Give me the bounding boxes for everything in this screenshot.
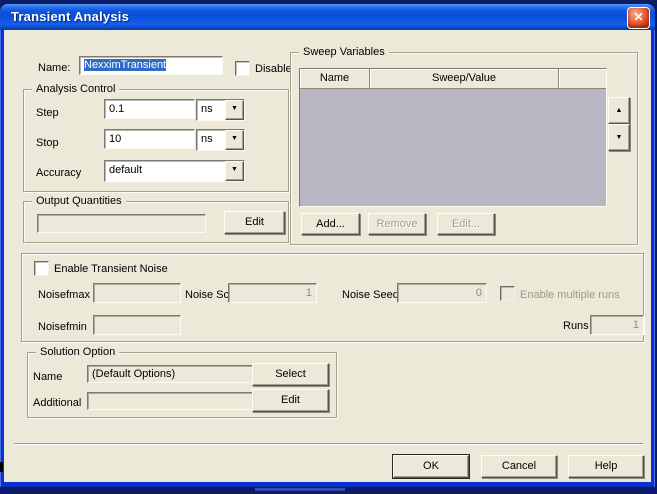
noisefmax-input bbox=[93, 283, 181, 303]
noise-scale-input: 1 bbox=[228, 283, 317, 303]
titlebar[interactable]: Transient Analysis ✕ bbox=[0, 4, 655, 30]
move-up-button[interactable]: ▲ bbox=[608, 97, 630, 124]
table-header-row: Name Sweep/Value bbox=[300, 69, 606, 89]
desktop: Transient Analysis ✕ Name: NexximTransie… bbox=[0, 0, 657, 494]
dialog-body: Name: NexximTransient Disable Analysis C… bbox=[4, 30, 651, 482]
noisefmax-label: Noisefmax bbox=[38, 288, 90, 302]
desktop-artifact-tick bbox=[0, 462, 3, 472]
disable-checkbox[interactable] bbox=[235, 61, 250, 76]
step-input[interactable]: 0.1 bbox=[104, 99, 195, 119]
additional-label: Additional bbox=[33, 396, 81, 410]
disable-label: Disable bbox=[255, 62, 292, 76]
name-label: Name: bbox=[38, 61, 70, 75]
chevron-down-icon[interactable]: ▼ bbox=[225, 161, 244, 181]
add-button[interactable]: Add... bbox=[301, 213, 360, 235]
help-button[interactable]: Help bbox=[568, 455, 644, 478]
name-input-value: NexximTransient bbox=[84, 59, 166, 71]
chevron-down-icon[interactable]: ▼ bbox=[225, 100, 244, 120]
analysis-control-title: Analysis Control bbox=[32, 82, 119, 96]
column-header-sweep-value[interactable]: Sweep/Value bbox=[370, 69, 559, 89]
step-label: Step bbox=[36, 106, 59, 120]
enable-multiple-runs-label: Enable multiple runs bbox=[520, 288, 620, 302]
noisefmin-input bbox=[93, 315, 181, 335]
enable-transient-noise-checkbox[interactable] bbox=[34, 261, 49, 276]
sweep-variables-table: Name Sweep/Value bbox=[299, 68, 607, 207]
arrow-up-icon: ▲ bbox=[616, 107, 623, 114]
edit-sweep-button: Edit... bbox=[437, 213, 495, 235]
runs-input: 1 bbox=[590, 315, 644, 335]
output-quantities-edit-button[interactable]: Edit bbox=[224, 211, 285, 234]
name-input[interactable]: NexximTransient bbox=[79, 56, 223, 75]
enable-transient-noise-label: Enable Transient Noise bbox=[54, 262, 168, 276]
runs-label: Runs bbox=[563, 319, 589, 333]
column-header-name[interactable]: Name bbox=[300, 69, 370, 89]
close-icon: ✕ bbox=[633, 10, 643, 24]
ok-button[interactable]: OK bbox=[393, 455, 469, 478]
accuracy-select[interactable]: default ▼ bbox=[104, 160, 245, 182]
column-header-blank bbox=[559, 69, 606, 89]
stop-unit-value: ns bbox=[201, 130, 213, 148]
footer-divider bbox=[14, 443, 643, 445]
move-down-button[interactable]: ▼ bbox=[608, 124, 630, 151]
solution-option-title: Solution Option bbox=[36, 345, 119, 359]
transient-analysis-dialog: Transient Analysis ✕ Name: NexximTransie… bbox=[0, 4, 655, 487]
chevron-down-icon[interactable]: ▼ bbox=[225, 130, 244, 150]
desktop-artifact bbox=[255, 488, 345, 491]
remove-button: Remove bbox=[368, 213, 426, 235]
accuracy-label: Accuracy bbox=[36, 166, 81, 180]
sweep-variables-title: Sweep Variables bbox=[299, 45, 389, 59]
accuracy-value: default bbox=[109, 161, 142, 179]
noise-seed-label: Noise Seed bbox=[342, 288, 399, 302]
enable-multiple-runs-checkbox bbox=[500, 286, 515, 301]
output-quantities-title: Output Quantities bbox=[32, 194, 126, 208]
stop-label: Stop bbox=[36, 136, 59, 150]
solution-name-field: (Default Options) bbox=[87, 365, 257, 383]
select-button[interactable]: Select bbox=[252, 363, 329, 386]
close-button[interactable]: ✕ bbox=[627, 7, 650, 29]
arrow-down-icon: ▼ bbox=[616, 134, 623, 141]
edit-additional-button[interactable]: Edit bbox=[252, 389, 329, 412]
additional-field bbox=[87, 392, 257, 410]
noise-seed-input: 0 bbox=[397, 283, 487, 303]
page-title: Transient Analysis bbox=[11, 9, 129, 24]
step-unit-value: ns bbox=[201, 100, 213, 118]
output-quantities-field bbox=[37, 214, 206, 233]
stop-input[interactable]: 10 bbox=[104, 129, 195, 149]
cancel-button[interactable]: Cancel bbox=[481, 455, 557, 478]
stop-unit-select[interactable]: ns ▼ bbox=[196, 129, 245, 151]
step-unit-select[interactable]: ns ▼ bbox=[196, 99, 245, 121]
solution-name-label: Name bbox=[33, 370, 62, 384]
noisefmin-label: Noisefmin bbox=[38, 320, 87, 334]
